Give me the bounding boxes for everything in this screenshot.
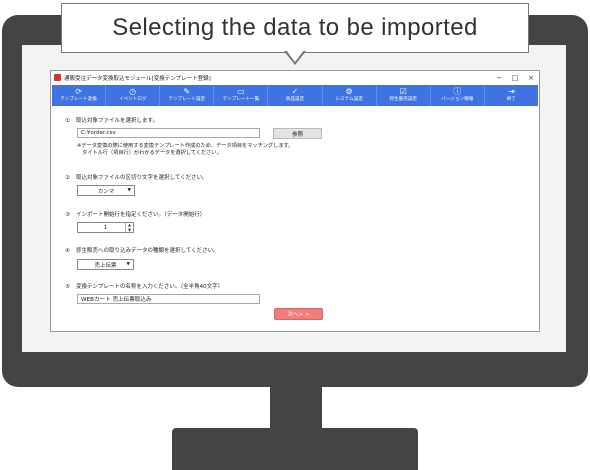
toolbar-template-settings[interactable]: ✎ テンプレート設定 [160,85,215,106]
monitor-stand-neck [270,386,322,428]
toolbar-exit[interactable]: ⇥ 終了 [485,85,538,106]
callout-tail-inner [286,50,304,62]
step-number: ⑤ [65,284,70,290]
check-box-icon: ☑ [399,87,407,96]
chevron-down-icon: ▼ [126,262,130,267]
toolbar-product-settings[interactable]: ✓ 商品設定 [268,85,323,106]
next-button[interactable]: 次へ> > [274,308,323,320]
step-number: ② [65,175,70,181]
step-number: ① [65,118,70,124]
toolbar-template-list[interactable]: ▭ テンプレート一覧 [214,85,269,106]
toolbar-version-info[interactable]: ⓘ バージョン情報 [431,85,485,106]
window-title: 通販受注データ変換取込モジュール[変換テンプレート登録] [64,75,211,82]
refresh-icon: ⟳ [75,87,82,96]
step2-label: ② 取込対象ファイルの区切り文字を選択してください。 [65,173,208,181]
step4-label: ④ 弥生販売への取り込みデータの種類を選択してください。 [65,246,219,254]
chevron-down-icon: ▼ [127,188,131,193]
step1-note-line1: ※データ変換の際に使用する変換テンプレート作成のため、データ項目をマッチングしま… [77,143,294,149]
browse-button[interactable]: 参照 [273,128,322,139]
monitor-stand-base [172,428,418,470]
step-text: 取込対象ファイルの区切り文字を選択してください。 [76,175,208,181]
clock-icon: ◷ [129,87,137,96]
file-path-input[interactable]: C:¥order.csv [77,128,260,138]
app-window: 通販受注データ変換取込モジュール[変換テンプレート登録] − □ × ⟳ テンプ… [50,70,540,332]
stepper-down-icon[interactable]: ▼ [126,228,133,233]
gear-icon: ⚙ [345,87,353,96]
toolbar-label: システム設定 [335,97,363,102]
toolbar-label: 商品設定 [285,97,305,102]
data-type-select[interactable]: 売上伝票 ▼ [77,259,134,270]
delimiter-value: カンマ [97,188,115,195]
toolbar: ⟳ テンプレート変換 ◷ イベントログ ✎ テンプレート設定 ▭ テンプレート一… [52,85,538,106]
list-icon: ▭ [237,87,245,96]
edit-icon: ✎ [183,87,191,96]
step-text: 変換テンプレートの名称を入力ください。（全半角40文字） [76,284,224,290]
stepper-arrows[interactable]: ▲ ▼ [125,223,133,232]
data-type-value: 売上伝票 [94,262,117,269]
delimiter-select[interactable]: カンマ ▼ [77,185,135,196]
toolbar-template-convert[interactable]: ⟳ テンプレート変換 [52,85,107,106]
toolbar-label: テンプレート変換 [60,97,97,102]
caption-callout: Selecting the data to be imported [61,3,529,53]
template-name-input[interactable]: WEBカート 売上伝票取込み [77,294,260,304]
step-text: インポート開始行を指定ください。（データ開始行） [76,212,206,218]
toolbar-label: テンプレート設定 [168,97,206,102]
start-row-stepper[interactable]: 1 ▲ ▼ [77,222,134,233]
step1-label: ① 取込対象ファイルを選択します。 [65,116,158,124]
toolbar-label: 終了 [506,97,517,102]
toolbar-yayoi-settings[interactable]: ☑ 弥生販売設定 [377,85,431,106]
app-icon [54,74,61,81]
title-bar: 通販受注データ変換取込モジュール[変換テンプレート登録] − □ × [51,71,539,84]
minimize-button[interactable]: − [491,71,507,84]
step-number: ④ [65,248,70,254]
check-icon: ✓ [291,87,299,96]
maximize-button[interactable]: □ [507,71,523,84]
toolbar-label: バージョン情報 [441,97,474,102]
window-controls: − □ × [491,71,539,84]
info-icon: ⓘ [453,87,462,96]
toolbar-event-log[interactable]: ◷ イベントログ [106,85,161,106]
toolbar-label: イベントログ [118,97,147,102]
step-number: ③ [65,212,70,218]
step1-note-line2: タイトル行（項目行）がわかるデータを選択してください。 [82,150,222,156]
start-row-value: 1 [103,224,108,231]
form-area: ① 取込対象ファイルを選択します。 C:¥order.csv 参照 ※データ変換の… [51,107,539,331]
step-text: 弥生販売への取り込みデータの種類を選択してください。 [76,248,219,254]
close-button[interactable]: × [523,71,539,84]
step5-label: ⑤ 変換テンプレートの名称を入力ください。（全半角40文字） [65,282,223,290]
step3-label: ③ インポート開始行を指定ください。（データ開始行） [65,210,205,218]
exit-icon: ⇥ [508,87,515,96]
toolbar-label: テンプレート一覧 [222,97,260,102]
toolbar-label: 弥生販売設定 [389,97,417,102]
caption-text: Selecting the data to be imported [112,14,478,41]
step-text: 取込対象ファイルを選択します。 [76,118,158,124]
toolbar-system-settings[interactable]: ⚙ システム設定 [323,85,377,106]
